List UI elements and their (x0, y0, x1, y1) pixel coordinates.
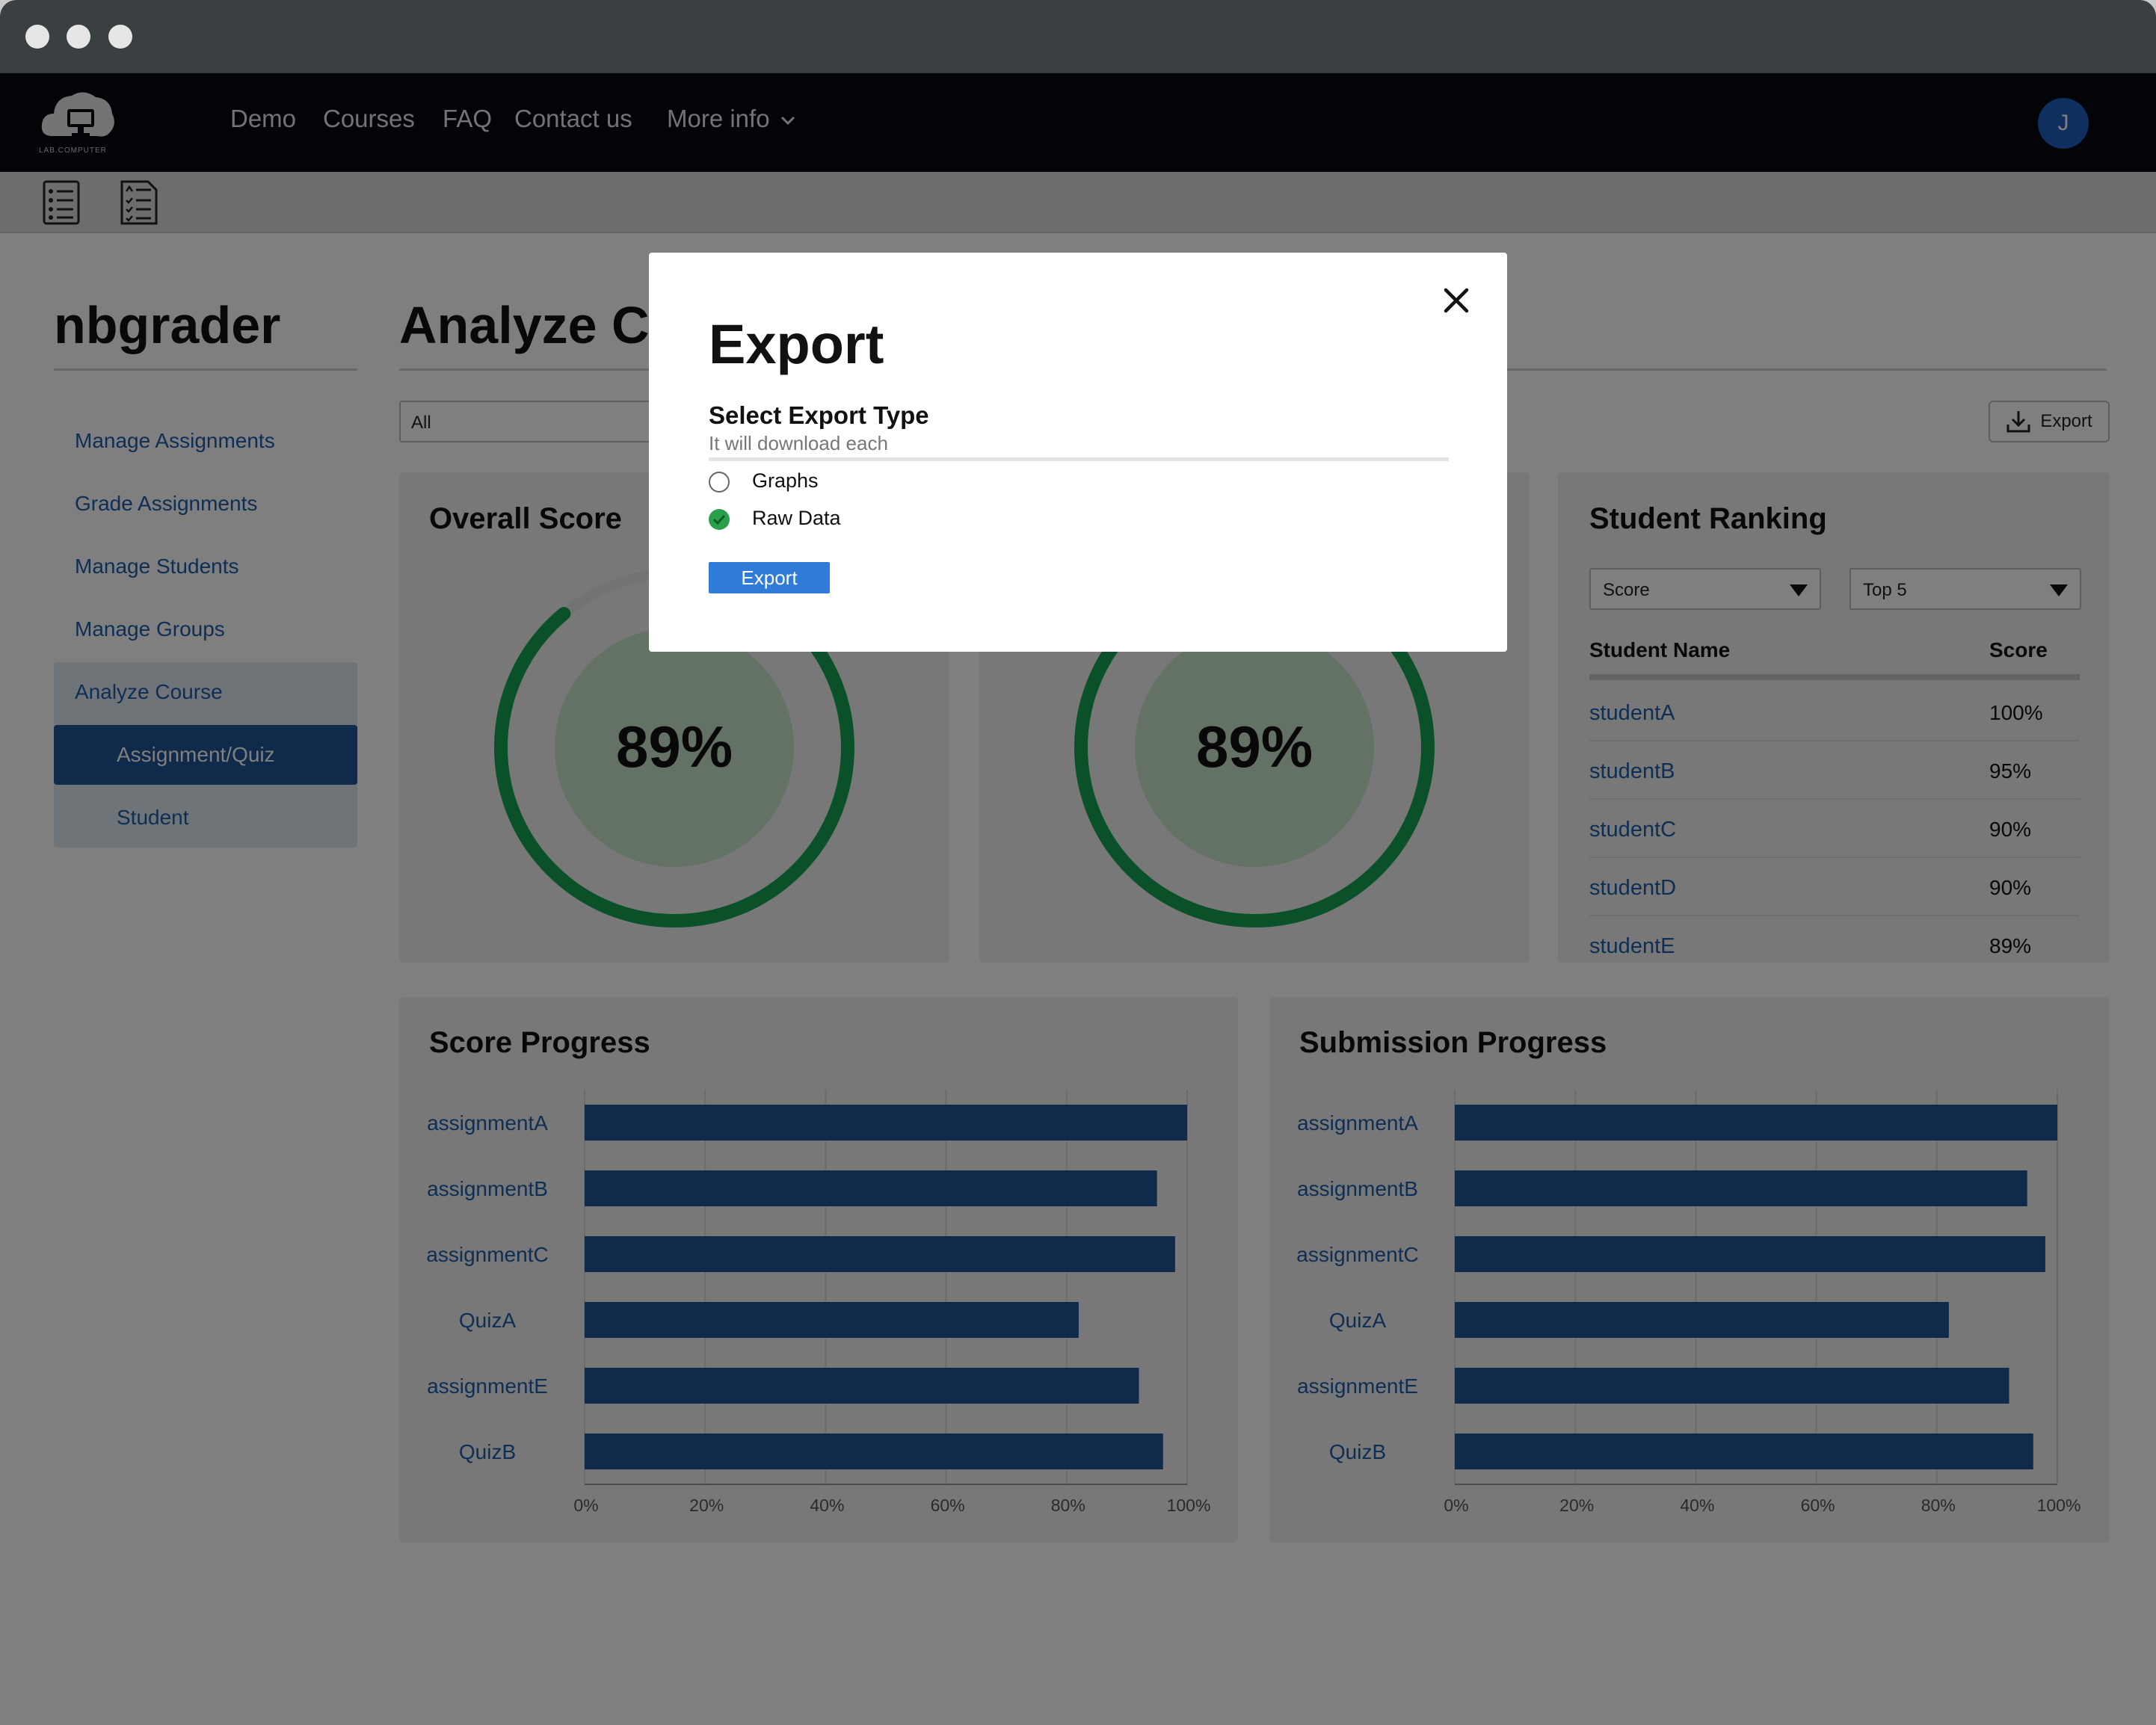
radio-graphs[interactable] (709, 472, 730, 493)
modal-title: Export (709, 313, 884, 375)
window-close-dot[interactable] (25, 25, 49, 49)
radio-raw-data[interactable] (709, 509, 730, 530)
window-maximize-dot[interactable] (108, 25, 132, 49)
window-minimize-dot[interactable] (67, 25, 90, 49)
close-icon[interactable] (1440, 284, 1473, 317)
checkmark-icon (712, 514, 726, 525)
window-titlebar (0, 0, 2156, 73)
modal-divider (709, 457, 1449, 461)
modal-subtitle: Select Export Type (709, 401, 929, 429)
modal-export-button[interactable]: Export (709, 562, 830, 593)
radio-raw-data-label[interactable]: Raw Data (752, 507, 841, 530)
modal-hint: It will download each (709, 432, 888, 454)
radio-graphs-label[interactable]: Graphs (752, 469, 819, 493)
